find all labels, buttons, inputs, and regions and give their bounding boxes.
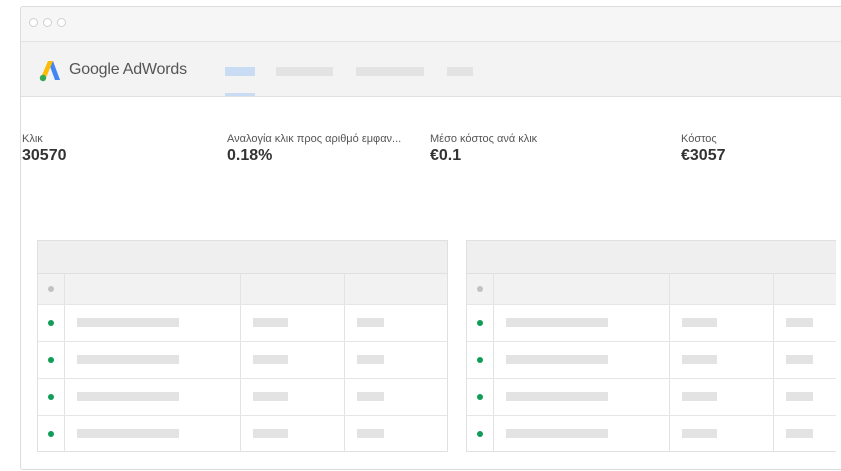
nav-tab-2[interactable] xyxy=(276,67,333,76)
table-row[interactable] xyxy=(38,304,447,342)
cell-placeholder xyxy=(356,318,384,327)
table-row[interactable] xyxy=(38,415,447,451)
cell-placeholder xyxy=(356,392,384,401)
cell-placeholder xyxy=(785,429,813,438)
table-row[interactable] xyxy=(467,378,836,416)
cell-placeholder xyxy=(785,318,813,327)
column-header[interactable] xyxy=(344,274,447,305)
cell-placeholder xyxy=(76,392,179,401)
metric-ctr[interactable]: Αναλογία κλικ προς αριθμό εμφαν... 0.18% xyxy=(227,133,401,165)
column-header[interactable] xyxy=(669,274,774,305)
cell-placeholder xyxy=(681,355,717,364)
window-close-icon[interactable] xyxy=(29,18,38,27)
status-enabled-dot-icon xyxy=(476,431,483,437)
table-panel-right xyxy=(466,240,836,452)
table-row[interactable] xyxy=(467,341,836,379)
cell-placeholder xyxy=(76,429,179,438)
table-header-row xyxy=(467,274,836,305)
cell-placeholder xyxy=(505,355,608,364)
column-header[interactable] xyxy=(64,274,241,305)
metric-value: 30570 xyxy=(22,147,67,164)
cell-placeholder xyxy=(252,318,288,327)
metric-label: Κλικ xyxy=(22,133,43,145)
cell-placeholder xyxy=(252,392,288,401)
table-row[interactable] xyxy=(38,378,447,416)
cell-placeholder xyxy=(681,392,717,401)
nav-tab-3[interactable] xyxy=(356,67,424,76)
metric-value: €0.1 xyxy=(430,147,462,164)
status-enabled-dot-icon xyxy=(476,357,483,363)
table-panel-header xyxy=(467,241,836,274)
window-minimize-icon[interactable] xyxy=(43,18,52,27)
table-header-row xyxy=(38,274,447,305)
metric-label: Κόστος xyxy=(681,133,717,145)
cell-placeholder xyxy=(505,318,608,327)
data-table xyxy=(467,274,836,451)
cell-placeholder xyxy=(76,318,179,327)
column-header[interactable] xyxy=(240,274,345,305)
metric-label: Μέσο κόστος ανά κλικ xyxy=(430,133,538,145)
adwords-logo-icon xyxy=(39,61,60,82)
table-row[interactable] xyxy=(467,304,836,342)
cell-placeholder xyxy=(681,318,717,327)
status-enabled-dot-icon xyxy=(476,320,483,326)
window-titlebar xyxy=(21,7,841,42)
column-header[interactable] xyxy=(493,274,670,305)
cell-placeholder xyxy=(681,429,717,438)
active-tab-indicator xyxy=(225,93,255,96)
table-row[interactable] xyxy=(467,415,836,451)
cell-placeholder xyxy=(356,429,384,438)
status-enabled-dot-icon xyxy=(47,320,54,326)
column-header[interactable] xyxy=(773,274,836,305)
cell-placeholder xyxy=(785,355,813,364)
cell-placeholder xyxy=(785,392,813,401)
data-table xyxy=(38,274,447,451)
status-enabled-dot-icon xyxy=(476,394,483,400)
cell-placeholder xyxy=(356,355,384,364)
table-row[interactable] xyxy=(38,341,447,379)
cell-placeholder xyxy=(252,429,288,438)
status-enabled-dot-icon xyxy=(47,357,54,363)
nav-tab-1[interactable] xyxy=(225,67,255,76)
cell-placeholder xyxy=(252,355,288,364)
status-enabled-dot-icon xyxy=(47,394,54,400)
cell-placeholder xyxy=(505,392,608,401)
app-header: Google AdWords xyxy=(21,42,841,97)
metric-value: 0.18% xyxy=(227,147,273,164)
window-maximize-icon[interactable] xyxy=(57,18,66,27)
table-panel-left xyxy=(37,240,448,452)
status-header-dot-icon xyxy=(476,286,483,292)
brand-name: Google AdWords xyxy=(69,61,187,78)
metric-cost[interactable]: Κόστος €3057 xyxy=(681,133,726,165)
metric-avg-cpc[interactable]: Μέσο κόστος ανά κλικ €0.1 xyxy=(430,133,537,165)
metric-clicks[interactable]: Κλικ 30570 xyxy=(22,133,67,165)
metric-value: €3057 xyxy=(681,147,726,164)
cell-placeholder xyxy=(76,355,179,364)
metric-label: Αναλογία κλικ προς αριθμό εμφαν... xyxy=(227,133,402,145)
status-header-dot-icon xyxy=(47,286,54,292)
nav-tab-4[interactable] xyxy=(447,67,473,76)
status-enabled-dot-icon xyxy=(47,431,54,437)
table-panel-header xyxy=(38,241,447,274)
cell-placeholder xyxy=(505,429,608,438)
